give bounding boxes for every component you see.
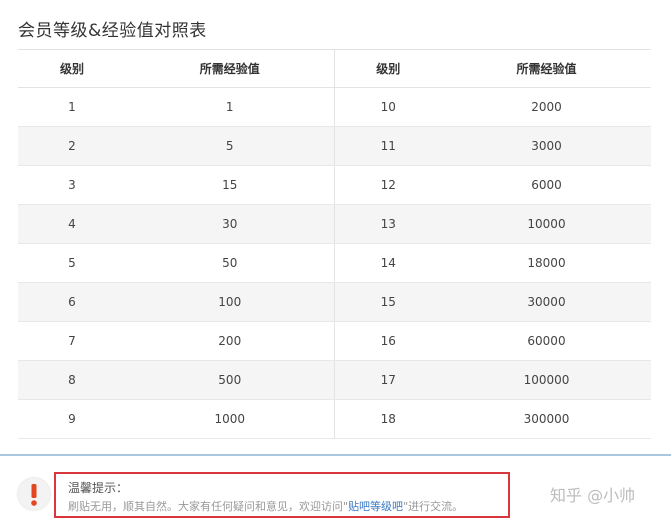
zhihu-watermark: 知乎 @小帅 xyxy=(550,486,636,505)
level-cell: 10 xyxy=(334,87,442,127)
exclamation-icon xyxy=(18,478,50,510)
exp-cell: 6000 xyxy=(442,165,651,205)
table-row: 1 1 10 2000 xyxy=(18,87,651,127)
exp-cell: 5 xyxy=(126,126,335,166)
exp-cell: 60000 xyxy=(442,321,651,361)
page-title: 会员等级&经验值对照表 xyxy=(18,21,207,41)
header-required-exp: 所需经验值 xyxy=(442,49,651,88)
exp-cell: 15 xyxy=(126,165,335,205)
table-row: 5 50 14 18000 xyxy=(18,243,651,283)
table-header-row: 级别 所需经验值 级别 所需经验值 xyxy=(18,49,651,88)
level-cell: 1 xyxy=(18,87,126,127)
exp-cell: 300000 xyxy=(442,399,651,439)
exp-cell: 3000 xyxy=(442,126,651,166)
exp-cell: 100 xyxy=(126,282,335,322)
level-cell: 2 xyxy=(18,126,126,166)
level-cell: 3 xyxy=(18,165,126,205)
table-row: 9 1000 18 300000 xyxy=(18,399,651,439)
tieba-level-link[interactable]: 贴吧等级吧 xyxy=(348,500,403,513)
level-cell: 18 xyxy=(334,399,442,439)
level-cell: 4 xyxy=(18,204,126,244)
exp-cell: 10000 xyxy=(442,204,651,244)
level-cell: 15 xyxy=(334,282,442,322)
table-row: 7 200 16 60000 xyxy=(18,321,651,361)
level-cell: 17 xyxy=(334,360,442,400)
table-row: 2 5 11 3000 xyxy=(18,126,651,166)
level-cell: 5 xyxy=(18,243,126,283)
tip-notice: 温馨提示： 刷贴无用，顺其自然。大家有任何疑问和意见，欢迎访问"贴吧等级吧"进行… xyxy=(54,472,510,518)
table-row: 3 15 12 6000 xyxy=(18,165,651,205)
level-cell: 7 xyxy=(18,321,126,361)
tip-title: 温馨提示： xyxy=(68,481,129,495)
tip-text-before: 刷贴无用，顺其自然。大家有任何疑问和意见，欢迎访问" xyxy=(68,500,349,513)
level-cell: 16 xyxy=(334,321,442,361)
tip-text-after: "进行交流。 xyxy=(403,500,464,513)
level-cell: 11 xyxy=(334,126,442,166)
table-row: 4 30 13 10000 xyxy=(18,204,651,244)
tip-text: 刷贴无用，顺其自然。大家有任何疑问和意见，欢迎访问"贴吧等级吧"进行交流。 xyxy=(68,498,463,514)
exp-cell: 50 xyxy=(126,243,335,283)
exp-cell: 2000 xyxy=(442,87,651,127)
level-cell: 12 xyxy=(334,165,442,205)
table-row: 8 500 17 100000 xyxy=(18,360,651,400)
exp-cell: 1000 xyxy=(126,399,335,439)
header-level: 级别 xyxy=(18,49,126,88)
exp-cell: 1 xyxy=(126,87,335,127)
exp-cell: 18000 xyxy=(442,243,651,283)
exp-cell: 200 xyxy=(126,321,335,361)
exp-cell: 100000 xyxy=(442,360,651,400)
header-required-exp: 所需经验值 xyxy=(126,49,335,88)
level-cell: 9 xyxy=(18,399,126,439)
level-cell: 8 xyxy=(18,360,126,400)
level-cell: 6 xyxy=(18,282,126,322)
level-cell: 14 xyxy=(334,243,442,283)
level-experience-table: 级别 所需经验值 级别 所需经验值 1 1 10 2000 2 5 11 300… xyxy=(18,49,651,439)
section-divider xyxy=(0,454,671,456)
exp-cell: 30000 xyxy=(442,282,651,322)
level-table-container: 级别 所需经验值 级别 所需经验值 1 1 10 2000 2 5 11 300… xyxy=(18,49,651,439)
table-row: 6 100 15 30000 xyxy=(18,282,651,322)
exp-cell: 500 xyxy=(126,360,335,400)
level-cell: 13 xyxy=(334,204,442,244)
exp-cell: 30 xyxy=(126,204,335,244)
header-level: 级别 xyxy=(334,49,442,88)
